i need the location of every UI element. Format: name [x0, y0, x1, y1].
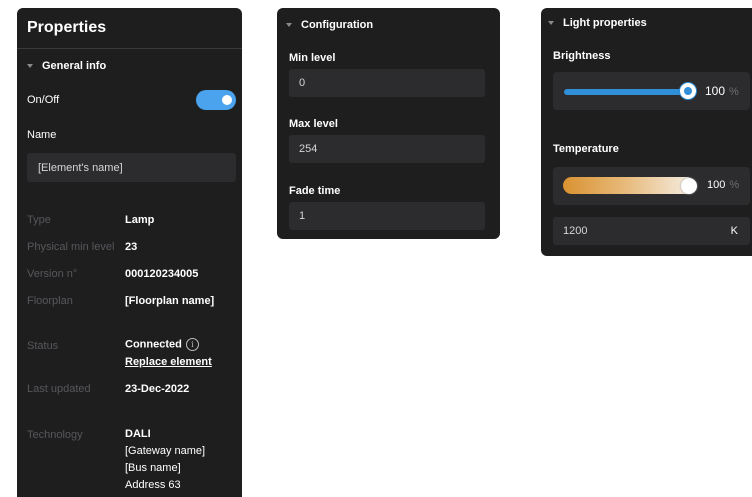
toggle-knob: [222, 95, 232, 105]
address: Address 63: [125, 479, 181, 491]
onoff-label: On/Off: [27, 94, 60, 106]
min-level-label: Min level: [289, 52, 336, 64]
temperature-value: 100: [707, 179, 726, 191]
replace-element-link[interactable]: Replace element: [125, 356, 212, 369]
configuration-header[interactable]: Configuration: [286, 19, 373, 31]
physical-min-key: Physical min level: [27, 241, 115, 253]
temperature-track[interactable]: [563, 177, 695, 194]
configuration-panel: Configuration Min level 0 Max level 254 …: [277, 8, 500, 239]
physical-min-value: 23: [125, 241, 138, 253]
brightness-unit: %: [729, 86, 739, 98]
last-updated-key: Last updated: [27, 383, 91, 395]
light-properties-header[interactable]: Light properties: [548, 17, 647, 29]
technology-value: DALI: [125, 428, 151, 440]
temperature-slider[interactable]: 100%: [553, 167, 750, 205]
gateway-name: [Gateway name]: [125, 445, 206, 457]
technology-key: Technology: [27, 429, 83, 441]
thumb-dot: [684, 87, 692, 95]
fade-time-input[interactable]: 1: [289, 202, 485, 230]
brightness-value: 100: [705, 84, 726, 98]
kelvin-value: 1200: [563, 225, 588, 237]
light-properties-title: Light properties: [563, 17, 647, 29]
general-info-header[interactable]: General info: [27, 60, 106, 72]
temperature-unit: %: [729, 179, 740, 191]
properties-panel: Properties General info On/Off Name [Ele…: [17, 8, 242, 497]
status-key: Status: [27, 340, 59, 352]
max-level-label: Max level: [289, 118, 338, 130]
brightness-label: Brightness: [553, 50, 611, 62]
brightness-slider[interactable]: 100%: [553, 72, 750, 110]
version-value: 000120234005: [125, 268, 199, 280]
last-updated-value: 23-Dec-2022: [125, 383, 190, 395]
max-level-input[interactable]: 254: [289, 135, 485, 163]
temperature-thumb[interactable]: [681, 178, 697, 194]
configuration-title: Configuration: [301, 19, 374, 31]
type-value: Lamp: [125, 214, 155, 226]
min-level-input[interactable]: 0: [289, 69, 485, 97]
status-text: Connected: [125, 338, 182, 351]
properties-title: Properties: [27, 19, 107, 36]
kelvin-unit: K: [730, 225, 738, 237]
brightness-readout: 100%: [705, 84, 739, 98]
caret-down-icon: [27, 64, 33, 68]
status-value: Connected i: [125, 338, 199, 351]
floorplan-key: Floorplan: [27, 295, 73, 307]
fade-time-label: Fade time: [289, 185, 341, 197]
onoff-toggle[interactable]: [196, 90, 236, 110]
kelvin-input[interactable]: 1200 K: [553, 217, 750, 245]
floorplan-value: [Floorplan name]: [125, 295, 215, 307]
brightness-track[interactable]: [564, 89, 694, 95]
type-key: Type: [27, 214, 51, 226]
temperature-label: Temperature: [553, 143, 619, 155]
name-field[interactable]: [Element's name]: [27, 153, 236, 182]
info-icon[interactable]: i: [185, 338, 199, 351]
bus-name: [Bus name]: [125, 462, 181, 474]
light-properties-panel: Light properties Brightness 100% Tempera…: [541, 8, 752, 256]
brightness-thumb[interactable]: [680, 83, 696, 99]
version-key: Version n°: [27, 268, 78, 280]
temperature-readout: 100%: [707, 179, 739, 191]
name-label: Name: [27, 129, 57, 141]
caret-down-icon: [548, 21, 554, 25]
general-info-label: General info: [42, 60, 107, 72]
caret-down-icon: [286, 23, 292, 27]
divider: [17, 48, 242, 49]
